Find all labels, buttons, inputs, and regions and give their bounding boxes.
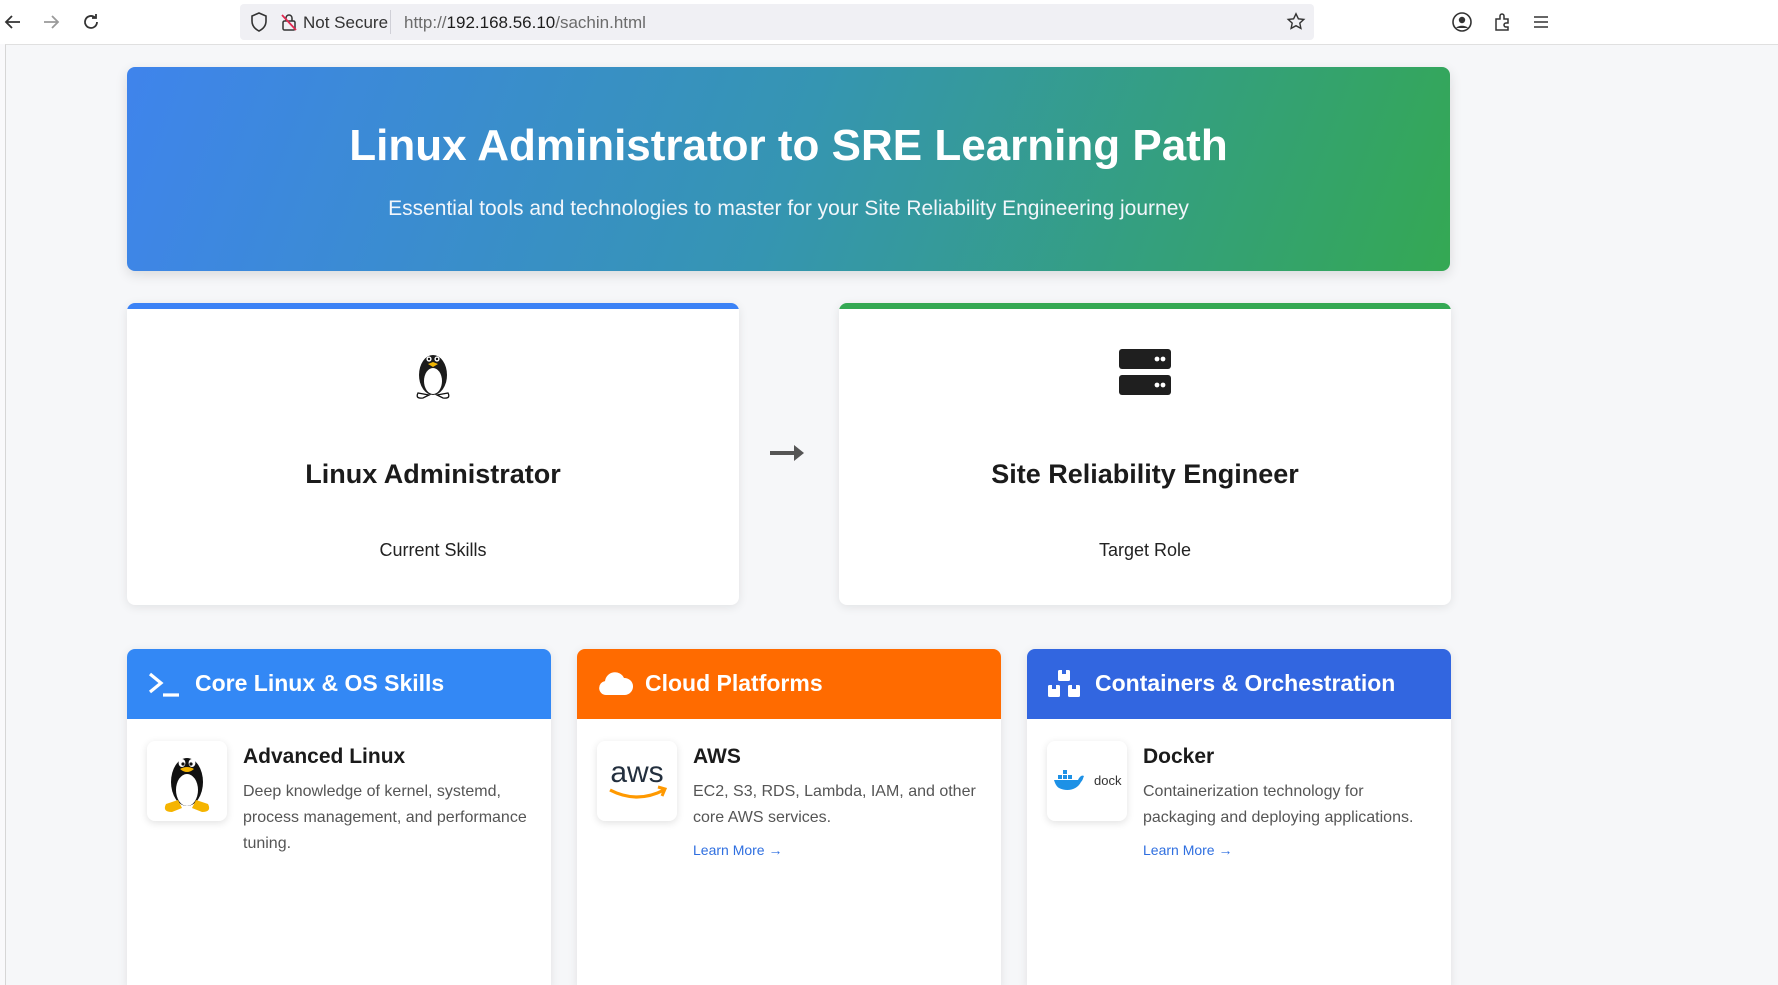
page-content: Linux Administrator to SRE Learning Path… [5,44,1778,985]
category-header: Core Linux & OS Skills [127,649,551,719]
insecure-lock-icon[interactable] [280,13,298,31]
role-subtitle: Target Role [1098,540,1192,560]
forward-icon[interactable] [38,9,64,35]
shield-icon[interactable] [248,11,270,33]
role-card-current: Linux Administrator Current Skills [127,303,739,605]
category-title: Cloud Platforms [645,670,823,696]
category-header: Cloud Platforms [577,649,1001,719]
page-title: Linux Administrator to SRE Learning Path [349,121,1228,170]
item-title: Advanced Linux [243,745,406,768]
server-icon [1115,343,1175,403]
page-subtitle: Essential tools and technologies to mast… [388,197,1189,220]
item-description: Deep knowledge of kernel, systemd, proce… [243,783,527,852]
item-title: AWS [693,745,741,768]
security-label[interactable]: Not Secure [303,13,388,33]
url-scheme: http:// [404,13,447,32]
url-separator [390,10,391,34]
learn-more-link[interactable]: Learn More → [693,842,782,858]
browser-toolbar: Not Secure http://192.168.56.10/sachin.h… [0,0,1778,44]
learn-more-link[interactable]: Learn More → [1143,842,1232,858]
arrow-right-icon [768,441,808,465]
category-title: Containers & Orchestration [1095,670,1396,696]
category-card-containers: Containers & Orchestration docker Docker… [1027,649,1451,985]
role-title: Site Reliability Engineer [991,459,1299,489]
cubes-icon [1047,669,1081,699]
linux-tux-icon [147,741,227,821]
role-card-accent [127,303,739,309]
role-subtitle: Current Skills [379,540,487,560]
url-host: 192.168.56.10 [446,13,556,32]
role-card-target: Site Reliability Engineer Target Role [839,303,1451,605]
url-text[interactable]: http://192.168.56.10/sachin.html [404,13,646,33]
bookmark-star-icon[interactable] [1286,12,1306,32]
docker-logo: docker [1047,741,1127,821]
category-title: Core Linux & OS Skills [195,670,445,696]
menu-icon[interactable] [1528,9,1554,35]
category-header: Containers & Orchestration [1027,649,1451,719]
linux-tux-icon [403,343,463,403]
account-icon[interactable] [1449,9,1475,35]
category-card-cloud: Cloud Platforms aws AWS EC2, S3, RDS, La… [577,649,1001,985]
extensions-icon[interactable] [1489,9,1515,35]
svg-text:docker: docker [1094,773,1122,788]
svg-text:aws: aws [610,756,663,789]
reload-icon[interactable] [78,9,104,35]
hero-banner: Linux Administrator to SRE Learning Path… [127,67,1450,271]
url-path: /sachin.html [555,13,646,32]
category-card-core-linux: Core Linux & OS Skills Advanced Linux De… [127,649,551,985]
cloud-icon [597,669,634,699]
role-card-accent [839,303,1451,309]
aws-logo: aws [597,741,677,821]
item-title: Docker [1143,745,1215,768]
role-title: Linux Administrator [305,459,561,489]
item-description: EC2, S3, RDS, Lambda, IAM, and other cor… [693,783,976,826]
address-bar[interactable]: Not Secure http://192.168.56.10/sachin.h… [240,4,1314,40]
terminal-icon [147,669,181,699]
item-description: Containerization technology for packagin… [1143,783,1414,826]
back-icon[interactable] [0,9,26,35]
